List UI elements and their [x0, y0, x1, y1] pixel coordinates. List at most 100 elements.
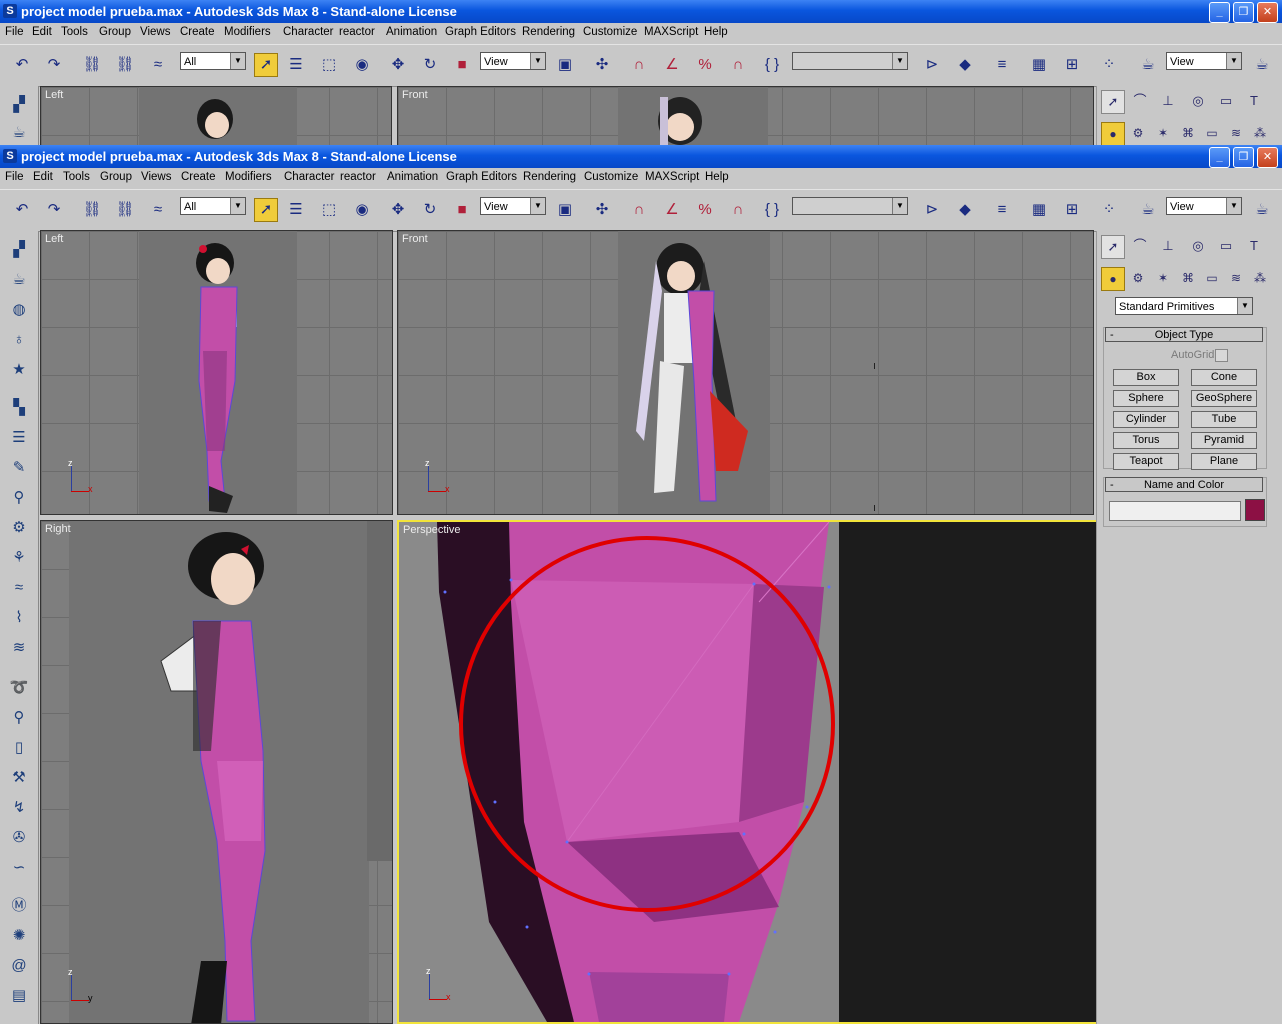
menu-edit[interactable]: Edit [32, 26, 52, 38]
cloth-tool-icon[interactable]: ⌇ [8, 607, 30, 629]
light-tool-icon[interactable]: ♁ [8, 329, 30, 351]
menu-create[interactable]: Create [181, 171, 216, 183]
swirl-tool-icon[interactable]: @ [8, 955, 30, 977]
menu-graph-editors[interactable]: Graph Editors [445, 26, 516, 38]
move-icon[interactable]: ✥ [386, 53, 410, 77]
utilities-tab-icon[interactable]: T [1243, 90, 1265, 112]
material-editor-icon[interactable]: ⁘ [1097, 53, 1121, 77]
star-tool-icon[interactable]: ★ [8, 359, 30, 381]
scale-icon[interactable]: ■ [450, 53, 474, 77]
motion-tab-icon[interactable]: ◎ [1187, 90, 1209, 112]
checker-tool-icon[interactable]: ▚ [8, 397, 30, 419]
geometry-icon[interactable]: ● [1101, 267, 1125, 291]
create-shapes-icon[interactable]: ▞ [8, 239, 30, 261]
tube-button[interactable]: Tube [1191, 411, 1257, 428]
link-icon[interactable]: ⛓ [80, 198, 104, 222]
menu-views[interactable]: Views [140, 26, 170, 38]
cylinder-button[interactable]: Cylinder [1113, 411, 1179, 428]
menu-character[interactable]: Character [283, 26, 334, 38]
rotate-icon[interactable]: ↻ [418, 198, 442, 222]
brush-tool-icon[interactable]: ✎ [8, 457, 30, 479]
undo-icon[interactable]: ↶ [10, 53, 34, 77]
manipulate-icon[interactable]: ✣ [590, 53, 614, 77]
bind-space-warp-icon[interactable]: ≈ [146, 198, 170, 222]
wave-tool-icon[interactable]: ≋ [8, 637, 30, 659]
hierarchy-tab-icon[interactable]: ⊥ [1157, 90, 1179, 112]
display-tab-icon[interactable]: ▭ [1215, 235, 1237, 257]
mirror-icon[interactable]: ⊳ [920, 198, 944, 222]
gear-tool-icon[interactable]: ⚙ [8, 517, 30, 539]
quick-render-icon[interactable]: ☕ [1250, 198, 1274, 222]
redo-icon[interactable]: ↷ [42, 198, 66, 222]
menu-help[interactable]: Help [705, 171, 729, 183]
plane-button[interactable]: Plane [1191, 453, 1257, 470]
menu-character[interactable]: Character [284, 171, 335, 183]
percent-snap-icon[interactable]: % [693, 53, 717, 77]
schematic-view-icon[interactable]: ⊞ [1060, 53, 1084, 77]
menu-animation[interactable]: Animation [387, 171, 438, 183]
viewport-front[interactable]: Front [397, 86, 1094, 145]
fish-tool-icon[interactable]: ≈ [8, 577, 30, 599]
object-color-swatch[interactable] [1245, 499, 1265, 521]
align-icon[interactable]: ◆ [953, 198, 977, 222]
lasso-tool-icon[interactable]: ➰ [8, 677, 30, 699]
undo-icon[interactable]: ↶ [10, 198, 34, 222]
move-icon[interactable]: ✥ [386, 198, 410, 222]
systems-icon[interactable]: ⁂ [1249, 122, 1271, 144]
select-object-icon[interactable]: ➚ [254, 198, 278, 222]
menu-customize[interactable]: Customize [584, 171, 638, 183]
close-button[interactable]: ✕ [1257, 147, 1278, 168]
menu-customize[interactable]: Customize [583, 26, 637, 38]
shapes-icon[interactable]: ⚙ [1127, 267, 1149, 289]
menu-edit[interactable]: Edit [33, 171, 53, 183]
select-by-name-icon[interactable]: ☰ [284, 198, 308, 222]
motion-tab-icon[interactable]: ◎ [1187, 235, 1209, 257]
helpers-icon[interactable]: ▭ [1201, 267, 1223, 289]
mirror-icon[interactable]: ⊳ [920, 53, 944, 77]
menu-group[interactable]: Group [99, 26, 131, 38]
viewport-left[interactable]: z x Left [40, 230, 393, 515]
autogrid-checkbox[interactable] [1215, 349, 1228, 362]
cone-button[interactable]: Cone [1191, 369, 1257, 386]
menu-tools[interactable]: Tools [63, 171, 90, 183]
extra-tool-icon[interactable]: ▤ [8, 985, 30, 1007]
layer-manager-icon[interactable]: ≡ [990, 198, 1014, 222]
select-object-icon[interactable]: ➚ [254, 53, 278, 77]
select-by-name-icon[interactable]: ☰ [284, 53, 308, 77]
viewport-left[interactable]: Left [40, 86, 392, 145]
primitive-category-select[interactable]: Standard Primitives ▼ [1115, 297, 1253, 315]
pivot-center-icon[interactable]: ▣ [553, 53, 577, 77]
menu-views[interactable]: Views [141, 171, 171, 183]
shapes-icon[interactable]: ⚙ [1127, 122, 1149, 144]
material-editor-icon[interactable]: ⁘ [1097, 198, 1121, 222]
magnifier-tool-icon[interactable]: ⚲ [8, 487, 30, 509]
lights-icon[interactable]: ✶ [1152, 122, 1174, 144]
snap-toggle-icon[interactable]: ∩ [627, 53, 651, 77]
restore-button[interactable]: ❐ [1233, 2, 1254, 23]
named-selection-sets-input[interactable]: ▼ [792, 197, 908, 215]
menu-tools[interactable]: Tools [61, 26, 88, 38]
menu-help[interactable]: Help [704, 26, 728, 38]
render-view-select[interactable]: View ▼ [1166, 52, 1242, 70]
edit-named-selection-icon[interactable]: { } [760, 198, 784, 222]
menu-rendering[interactable]: Rendering [523, 171, 576, 183]
teapot-button[interactable]: Teapot [1113, 453, 1179, 470]
sphere-button[interactable]: Sphere [1113, 390, 1179, 407]
spinner-snap-icon[interactable]: ∩ [726, 53, 750, 77]
display-tab-icon[interactable]: ▭ [1215, 90, 1237, 112]
redo-icon[interactable]: ↷ [42, 53, 66, 77]
minimize-button[interactable]: _ [1209, 147, 1230, 168]
menu-file[interactable]: File [5, 171, 24, 183]
pyramid-button[interactable]: Pyramid [1191, 432, 1257, 449]
quick-render-icon[interactable]: ☕ [1250, 53, 1274, 77]
viewport-right[interactable]: z y Right [40, 520, 393, 1024]
menu-graph-editors[interactable]: Graph Editors [446, 171, 517, 183]
utilities-tab-icon[interactable]: T [1243, 235, 1265, 257]
menu-animation[interactable]: Animation [386, 26, 437, 38]
teapot-tool-icon[interactable]: ☕ [8, 122, 30, 144]
manipulate-icon[interactable]: ✣ [590, 198, 614, 222]
geosphere-button[interactable]: GeoSphere [1191, 390, 1257, 407]
wheel-tool-icon[interactable]: ✇ [8, 827, 30, 849]
name-color-header[interactable]: - Name and Color [1105, 477, 1263, 492]
bind-space-warp-icon[interactable]: ≈ [146, 53, 170, 77]
